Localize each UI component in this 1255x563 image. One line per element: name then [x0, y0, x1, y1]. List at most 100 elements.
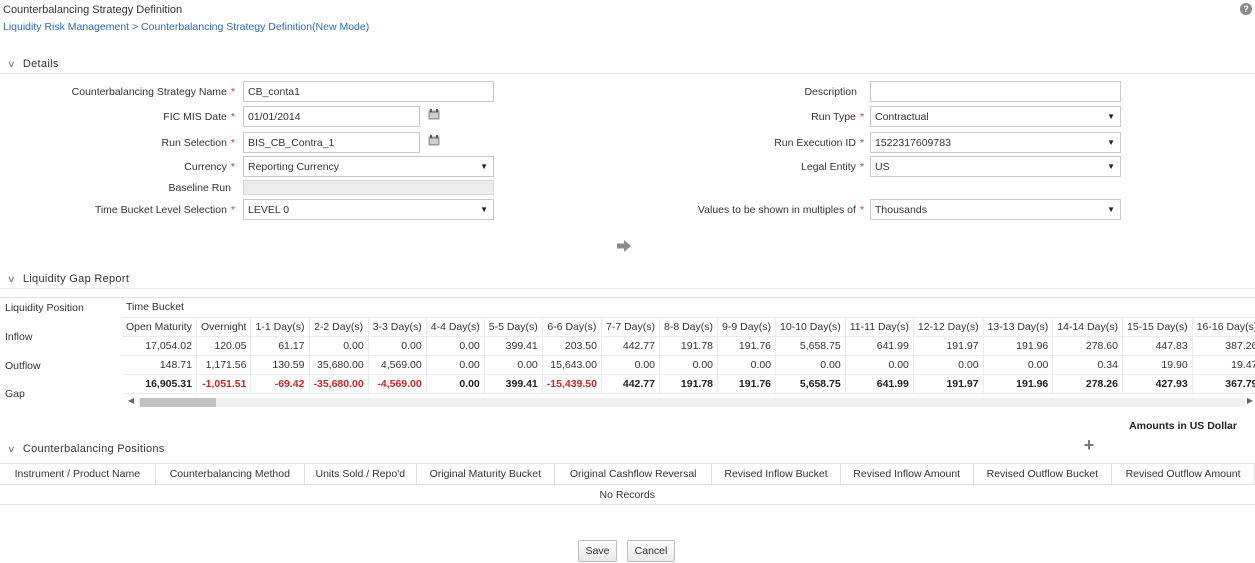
gap-report-section-title: Liquidity Gap Report: [22, 273, 130, 285]
description-label: Description: [804, 86, 857, 98]
run-execution-id-value: 1522317609783: [875, 137, 951, 149]
time-bucket-level-select[interactable]: LEVEL 0 ▼: [243, 199, 494, 220]
outflow-label: Outflow: [5, 360, 41, 372]
bucket-header: 10-10 Day(s): [775, 317, 846, 337]
outflow-cell: 0.00: [659, 355, 719, 375]
run-type-value: Contractual: [875, 111, 929, 123]
gap-cell: 367.79: [1192, 374, 1255, 394]
strategy-name-label: Counterbalancing Strategy Name *: [71, 86, 235, 98]
gap-cell: -15,439.50: [542, 374, 602, 394]
bucket-header: 14-14 Day(s): [1052, 317, 1123, 337]
page-title: Counterbalancing Strategy Definition: [3, 4, 183, 16]
scrollbar-track[interactable]: [138, 398, 1245, 407]
outflow-cell: 0.00: [983, 355, 1054, 375]
bucket-header: 16-16 Day(s): [1192, 317, 1255, 337]
dropdown-caret-icon: ▼: [1107, 162, 1115, 171]
outflow-cell: 4,569.00: [368, 355, 427, 375]
description-input[interactable]: [870, 81, 1121, 102]
gap-cell: 191.78: [659, 374, 719, 394]
bucket-header: 13-13 Day(s): [983, 317, 1054, 337]
outflow-cell: 15,643.00: [542, 355, 602, 375]
outflow-cell: 0.00: [913, 355, 984, 375]
save-button[interactable]: Save: [578, 540, 617, 562]
column-header[interactable]: Instrument / Product Name: [0, 463, 156, 485]
gap-label: Gap: [5, 388, 25, 400]
amounts-note: Amounts in US Dollar: [1129, 420, 1237, 432]
bucket-header: 7-7 Day(s): [601, 317, 661, 337]
gap-table: Time Bucket Open Maturity Overnight 1-1 Day…: [122, 298, 1255, 394]
currency-select[interactable]: Reporting Currency ▼: [243, 156, 494, 177]
legal-entity-value: US: [875, 161, 890, 173]
horizontal-scrollbar[interactable]: ◀ ▶: [128, 395, 1255, 409]
run-selection-label: Run Selection *: [161, 137, 235, 149]
legal-entity-select[interactable]: US ▼: [870, 156, 1121, 177]
run-selection-input[interactable]: BIS_CB_Contra_1: [243, 132, 420, 153]
breadcrumb[interactable]: Liquidity Risk Management > Counterbalan…: [3, 21, 369, 33]
cancel-button[interactable]: Cancel: [627, 540, 675, 562]
details-section-header[interactable]: ∨ Details: [6, 58, 59, 70]
bucket-header: 15-15 Day(s): [1122, 317, 1193, 337]
bucket-header: 1-1 Day(s): [250, 317, 310, 337]
gap-cell: -35,680.00: [309, 374, 369, 394]
time-bucket-level-label: Time Bucket Level Selection *: [94, 204, 235, 216]
scrollbar-thumb[interactable]: [140, 398, 216, 407]
column-header[interactable]: Counterbalancing Method: [155, 463, 306, 485]
gap-report-section-header[interactable]: ∨ Liquidity Gap Report: [6, 273, 130, 285]
dropdown-caret-icon: ▼: [480, 205, 488, 214]
help-icon[interactable]: ?: [1240, 3, 1252, 15]
strategy-name-input[interactable]: CB_conta1: [243, 81, 494, 102]
outflow-cell: 0.00: [484, 355, 543, 375]
inflow-cell: 0.00: [309, 336, 369, 356]
gap-cell: 641.99: [845, 374, 914, 394]
bucket-header: 11-11 Day(s): [845, 317, 914, 337]
currency-label: Currency *: [184, 161, 235, 173]
multiples-value: Thousands: [875, 204, 927, 216]
inflow-cell: 191.76: [717, 336, 777, 356]
time-bucket-header: Time Bucket: [122, 298, 1255, 318]
outflow-cell: 0.00: [775, 355, 846, 375]
column-header[interactable]: Revised Inflow Amount: [840, 463, 974, 485]
column-header[interactable]: Revised Outflow Amount: [1111, 463, 1255, 485]
column-header[interactable]: Revised Inflow Bucket: [711, 463, 841, 485]
gap-cell: -1,051.51: [196, 374, 252, 394]
details-section-title: Details: [22, 58, 59, 70]
outflow-cell: 130.59: [250, 355, 310, 375]
dropdown-caret-icon: ▼: [1107, 205, 1115, 214]
inflow-cell: 191.78: [659, 336, 719, 356]
gap-cell: 399.41: [484, 374, 543, 394]
plus-icon[interactable]: +: [1082, 436, 1096, 454]
inflow-cell: 61.17: [250, 336, 310, 356]
calendar-icon[interactable]: [428, 135, 440, 146]
run-execution-id-select[interactable]: 1522317609783 ▼: [870, 132, 1121, 153]
gap-cell: 16,905.31: [122, 374, 197, 394]
inflow-cell: 191.97: [913, 336, 984, 356]
outflow-cell: 1,171.56: [196, 355, 252, 375]
calendar-icon[interactable]: [428, 109, 440, 120]
column-header[interactable]: Original Cashflow Reversal: [554, 463, 713, 485]
chevron-down-icon: ∨: [6, 59, 16, 69]
dropdown-caret-icon: ▼: [1107, 112, 1115, 121]
column-header[interactable]: Revised Outflow Bucket: [973, 463, 1113, 485]
chevron-down-icon: ∨: [6, 444, 16, 454]
run-type-select[interactable]: Contractual ▼: [870, 106, 1121, 127]
inflow-cell: 203.50: [542, 336, 602, 356]
scroll-left-icon[interactable]: ◀: [128, 396, 134, 405]
column-header[interactable]: Units Sold / Repo'd: [304, 463, 417, 485]
baseline-run-label: Baseline Run: [168, 182, 231, 194]
scroll-right-icon[interactable]: ▶: [1247, 396, 1253, 405]
gap-cell: 427.93: [1122, 374, 1193, 394]
arrow-right-icon[interactable]: [616, 239, 632, 253]
chevron-down-icon: ∨: [6, 274, 16, 284]
inflow-cell: 191.96: [983, 336, 1054, 356]
bucket-header: 12-12 Day(s): [913, 317, 984, 337]
multiples-select[interactable]: Thousands ▼: [870, 199, 1121, 220]
counterbalancing-section-header[interactable]: ∨ Counterbalancing Positions: [6, 443, 165, 455]
outflow-cell: 19.90: [1122, 355, 1193, 375]
gap-cell: 0.00: [426, 374, 485, 394]
fic-mis-date-input[interactable]: 01/01/2014: [243, 106, 420, 127]
gap-cell: 191.97: [913, 374, 984, 394]
column-header[interactable]: Original Maturity Bucket: [416, 463, 556, 485]
bucket-header: Open Maturity: [122, 317, 197, 337]
liquidity-position-header: Liquidity Position: [5, 302, 84, 314]
run-execution-id-label: Run Execution ID *: [774, 137, 864, 149]
